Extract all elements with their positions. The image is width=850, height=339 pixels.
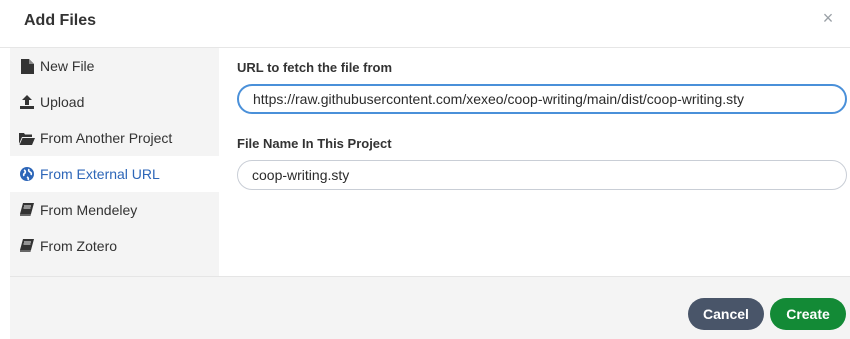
sidebar-item-from-zotero[interactable]: From Zotero: [10, 228, 219, 264]
dialog-title: Add Files: [24, 12, 97, 29]
sidebar: New File Upload From Another Project Fro…: [10, 48, 219, 276]
dialog-footer: Cancel Create: [10, 276, 850, 339]
cancel-button[interactable]: Cancel: [688, 298, 764, 330]
sidebar-item-label: From Zotero: [40, 238, 118, 254]
close-icon[interactable]: ×: [818, 8, 838, 28]
url-input[interactable]: [237, 84, 847, 114]
sidebar-item-new-file[interactable]: New File: [10, 48, 219, 84]
sidebar-item-label: From External URL: [40, 166, 160, 182]
sidebar-item-label: From Another Project: [40, 130, 173, 146]
add-files-dialog: Add Files × New File Upload From Another…: [0, 0, 850, 339]
sidebar-item-upload[interactable]: Upload: [10, 84, 219, 120]
sidebar-item-label: New File: [40, 58, 95, 74]
sidebar-item-label: From Mendeley: [40, 202, 138, 218]
filename-input[interactable]: [237, 160, 847, 190]
sidebar-item-from-another-project[interactable]: From Another Project: [10, 120, 219, 156]
sidebar-item-label: Upload: [40, 94, 85, 110]
upload-icon: [18, 93, 36, 111]
sidebar-item-from-mendeley[interactable]: From Mendeley: [10, 192, 219, 228]
create-button[interactable]: Create: [770, 298, 846, 330]
url-label: URL to fetch the file from: [237, 60, 393, 75]
book-icon: [18, 201, 36, 219]
dialog-header: Add Files ×: [0, 0, 850, 48]
external-url-form: URL to fetch the file from File Name In …: [219, 48, 850, 276]
sidebar-item-from-external-url[interactable]: From External URL: [10, 156, 219, 192]
book-icon: [18, 237, 36, 255]
folder-open-icon: [18, 129, 36, 147]
file-icon: [18, 57, 36, 75]
filename-label: File Name In This Project: [237, 136, 392, 151]
globe-icon: [18, 165, 36, 183]
